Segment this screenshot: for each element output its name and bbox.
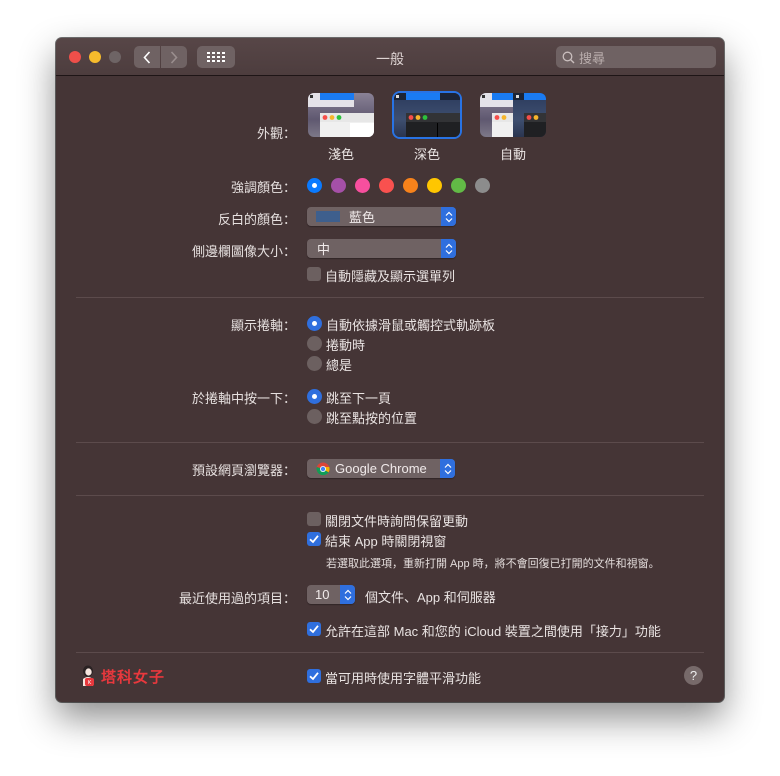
scrollbars-auto-label: 自動依據滑鼠或觸控式軌跡板 (326, 318, 496, 333)
girl-mascot-icon: K (83, 665, 94, 686)
default-browser-value: Google Chrome (335, 461, 427, 476)
default-browser-select[interactable]: Google Chrome (307, 459, 455, 478)
scrollbars-when-scrolling-radio[interactable] (307, 336, 322, 351)
accent-color-yellow[interactable] (427, 178, 442, 193)
font-smoothing-label: 當可用時使用字體平滑功能 (325, 671, 482, 686)
sidebar-icon-size-label: 側邊欄圖像大小： (191, 244, 296, 259)
handoff-checkbox[interactable] (307, 622, 321, 636)
accent-color-graphite[interactable] (475, 178, 490, 193)
appearance-dark-option[interactable] (394, 93, 460, 137)
checkmark-icon (309, 672, 319, 681)
select-stepper-icon (441, 239, 456, 258)
sidebar-icon-size-value: 中 (317, 242, 331, 257)
jump-next-page-radio[interactable] (307, 389, 322, 404)
recent-items-suffix: 個文件、App 和伺服器 (365, 590, 496, 605)
search-icon (562, 51, 575, 63)
jump-next-page-label: 跳至下一頁 (326, 391, 392, 406)
help-button[interactable]: ? (684, 666, 703, 685)
divider (76, 652, 704, 653)
handoff-label: 允許在這部 Mac 和您的 iCloud 裝置之間使用「接力」功能 (325, 624, 661, 639)
ask-keep-changes-checkbox[interactable] (307, 512, 321, 526)
scrollbars-when-scrolling-label: 捲動時 (326, 338, 366, 353)
jump-clicked-spot-label: 跳至點按的位置 (326, 411, 418, 426)
appearance-label: 外觀： (256, 126, 296, 141)
default-browser-label: 預設網頁瀏覽器： (191, 463, 296, 478)
ask-keep-changes-label: 關閉文件時詢問保留更動 (325, 514, 469, 529)
scrollbars-always-radio[interactable] (307, 356, 322, 371)
appearance-dark-label: 深色 (413, 147, 440, 162)
close-windows-note: 若選取此選項，重新打開 App 時，將不會回復已打開的文件和視窗。 (326, 558, 660, 570)
watermark: K 塔科女子 (80, 665, 165, 687)
auto-theme-preview-icon (480, 93, 546, 137)
accent-color-orange[interactable] (403, 178, 418, 193)
appearance-auto-option[interactable] (480, 93, 546, 137)
watermark-text: 塔科女子 (101, 668, 166, 686)
checkmark-icon (309, 535, 319, 544)
close-windows-label: 結束 App 時關閉視窗 (325, 534, 447, 549)
titlebar: 一般 搜尋 (56, 38, 724, 76)
appearance-auto-label: 自動 (499, 147, 526, 162)
sidebar-icon-size-select[interactable]: 中 (307, 239, 456, 258)
select-stepper-icon (340, 585, 355, 604)
show-scrollbars-label: 顯示捲軸： (230, 318, 296, 333)
general-preferences-window: 一般 搜尋 外觀： 淺色 深色 自動 強調顏色： 反白的顏色： 藍色 側邊欄圖像… (56, 38, 724, 702)
accent-color-purple[interactable] (331, 178, 346, 193)
accent-color-green[interactable] (451, 178, 466, 193)
dark-theme-preview-icon (394, 93, 460, 137)
light-theme-preview-icon (308, 93, 374, 137)
highlight-color-select[interactable]: 藍色 (307, 207, 456, 226)
auto-hide-menubar-checkbox[interactable] (307, 267, 321, 281)
close-windows-checkbox[interactable] (307, 532, 321, 546)
recent-items-value: 10 (315, 587, 330, 602)
recent-items-select[interactable]: 10 (307, 585, 355, 604)
divider (76, 442, 704, 443)
jump-clicked-spot-radio[interactable] (307, 409, 322, 424)
highlight-color-value: 藍色 (349, 210, 376, 225)
click-scrollbar-label: 於捲軸中按一下： (191, 391, 296, 406)
recent-items-label: 最近使用過的項目： (178, 591, 296, 606)
divider (76, 297, 704, 298)
accent-color-red[interactable] (379, 178, 394, 193)
appearance-light-option[interactable] (308, 93, 374, 137)
search-placeholder: 搜尋 (579, 50, 606, 66)
font-smoothing-checkbox[interactable] (307, 669, 321, 683)
accent-color-pink[interactable] (355, 178, 370, 193)
checkmark-icon (309, 625, 319, 634)
chrome-icon (316, 462, 330, 475)
question-mark-icon: ? (689, 668, 698, 683)
search-field[interactable]: 搜尋 (556, 46, 716, 68)
accent-color-label: 強調顏色： (230, 180, 296, 195)
highlight-color-label: 反白的顏色： (217, 212, 296, 227)
scrollbars-auto-radio[interactable] (307, 316, 322, 331)
accent-color-blue[interactable] (307, 178, 322, 193)
auto-hide-menubar-label: 自動隱藏及顯示選單列 (325, 269, 456, 284)
appearance-light-label: 淺色 (327, 147, 354, 162)
select-stepper-icon (440, 459, 455, 478)
highlight-color-swatch (316, 211, 340, 222)
select-stepper-icon (441, 207, 456, 226)
divider (76, 495, 704, 496)
scrollbars-always-label: 總是 (326, 358, 353, 373)
